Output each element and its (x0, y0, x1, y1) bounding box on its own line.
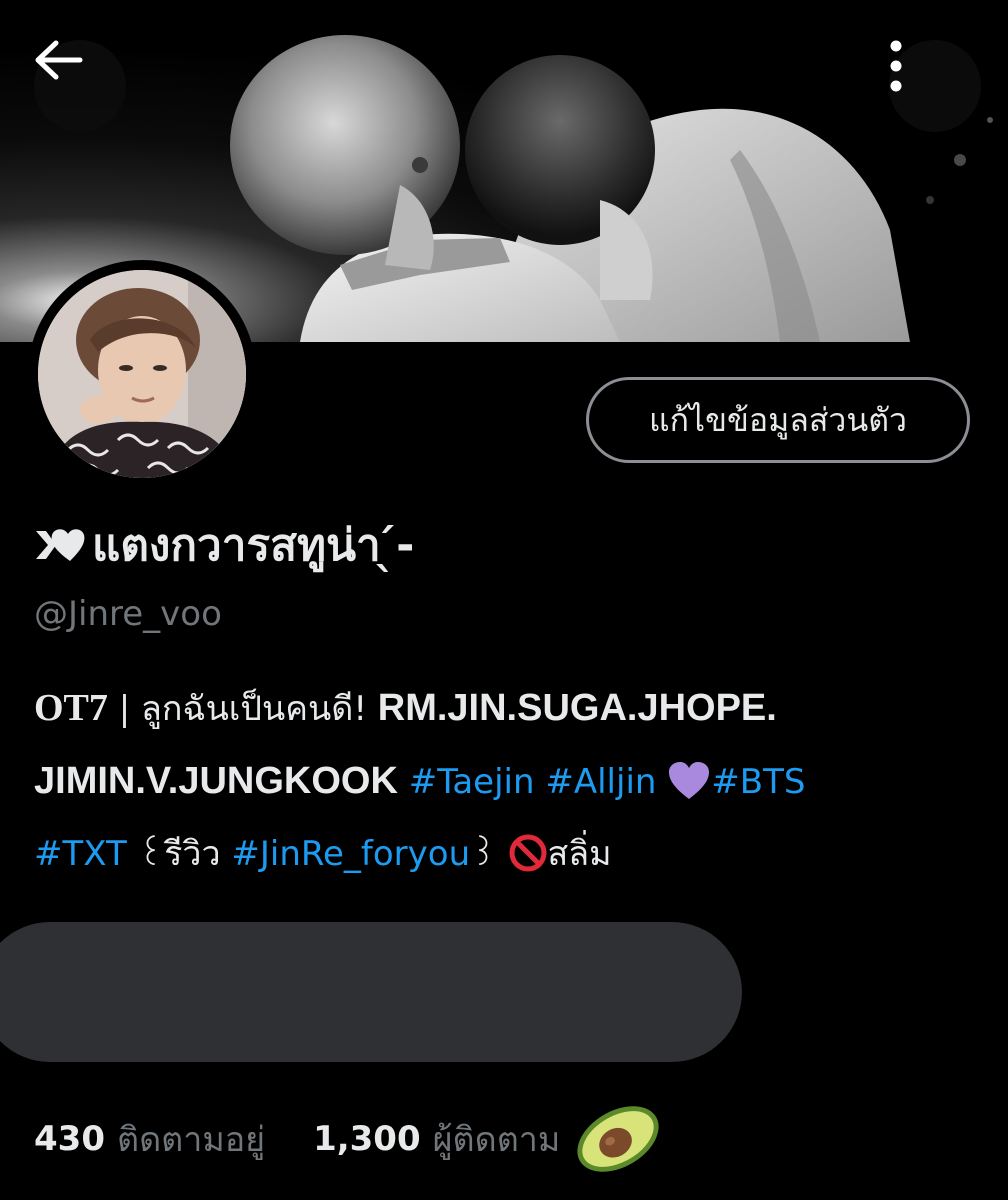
followers-label[interactable]: ผู้ติดตาม (433, 1112, 561, 1166)
following-label[interactable]: ติดตามอยู่ (117, 1112, 265, 1166)
heart-arrow-icon (36, 529, 85, 561)
hashtag-bts[interactable]: #BTS (711, 762, 805, 802)
bio-review-open: ꒰รีวิว (137, 834, 232, 874)
prohibited-icon (509, 834, 546, 872)
bio-slim-text: สลิ่ม (547, 834, 612, 874)
bio: OT7 | ลูกฉันเป็นคนดี! RM.JIN.SUGA.JHOPE.… (34, 672, 984, 890)
redacted-info-bar (0, 922, 742, 1062)
bio-ot7: OT7 (34, 687, 108, 729)
hashtag-alljin[interactable]: #Alljin (545, 762, 656, 802)
bio-members-line1: RM.JIN.SUGA.JHOPE. (377, 687, 777, 729)
hashtag-jinre-foryou[interactable]: #JinRe_foryou (231, 834, 470, 874)
more-vertical-icon (890, 40, 902, 92)
bio-review-close: ꒱ (470, 834, 497, 874)
followers-count[interactable]: 1,300 (313, 1119, 421, 1159)
avocado-icon (577, 1106, 659, 1172)
bio-members-line2: JIMIN.V.JUNGKOOK (34, 760, 398, 802)
bio-thai-text: ลูกฉันเป็นคนดี! (140, 689, 378, 729)
following-count[interactable]: 430 (34, 1119, 105, 1159)
display-name: แตงกวารสทูน่า ̖́- (34, 510, 414, 580)
follow-stats: 430 ติดตามอยู่ 1,300 ผู้ติดตาม (34, 1104, 666, 1174)
back-button[interactable] (34, 40, 126, 132)
bio-separator: | (107, 689, 141, 729)
more-options-button[interactable] (889, 40, 981, 132)
avatar[interactable] (28, 260, 256, 488)
purple-heart-icon (669, 762, 710, 799)
hashtag-txt[interactable]: #TXT (34, 834, 127, 874)
edit-profile-button[interactable]: แก้ไขข้อมูลส่วนตัว (586, 377, 970, 463)
arrow-left-icon (35, 40, 83, 80)
hashtag-taejin[interactable]: #Taejin (409, 762, 535, 802)
avatar-photo (38, 270, 246, 478)
username-handle: @Jinre_voo (34, 594, 222, 634)
display-name-text: แตงกวารสทูน่า ̖́- (92, 520, 415, 571)
